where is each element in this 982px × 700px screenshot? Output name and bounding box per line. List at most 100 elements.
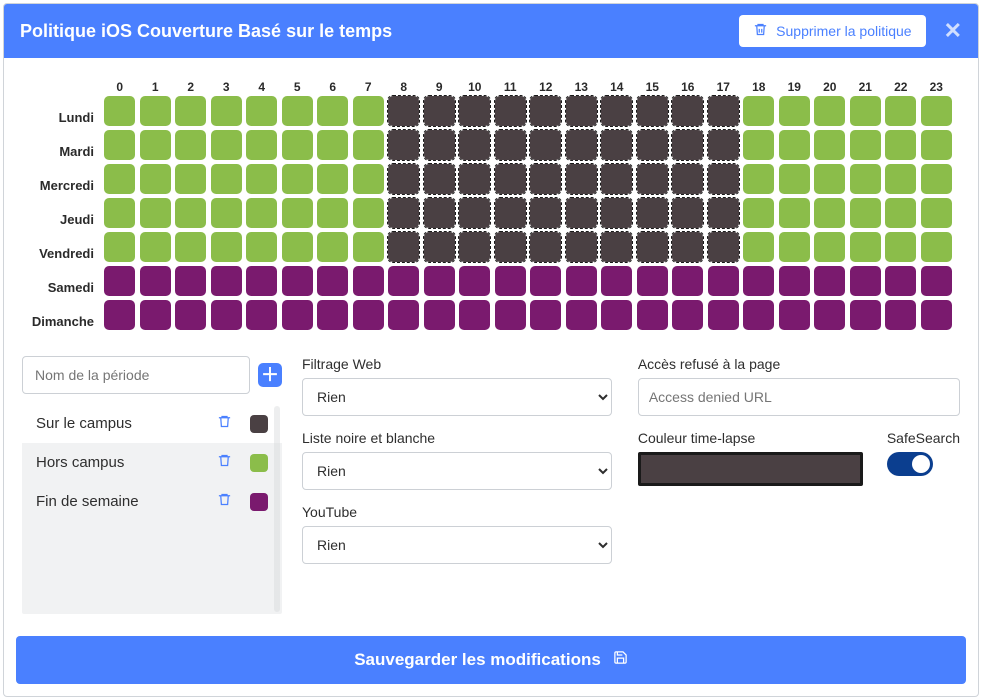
schedule-cell[interactable] bbox=[140, 164, 171, 194]
schedule-cell[interactable] bbox=[921, 300, 952, 330]
schedule-cell[interactable] bbox=[140, 130, 171, 160]
schedule-cell[interactable] bbox=[850, 198, 881, 228]
schedule-cell[interactable] bbox=[140, 266, 171, 296]
schedule-cell[interactable] bbox=[850, 96, 881, 126]
schedule-cell[interactable] bbox=[921, 266, 952, 296]
schedule-cell[interactable] bbox=[495, 96, 526, 126]
schedule-cell[interactable] bbox=[601, 266, 632, 296]
schedule-cell[interactable] bbox=[140, 300, 171, 330]
schedule-cell[interactable] bbox=[921, 164, 952, 194]
schedule-cell[interactable] bbox=[353, 96, 384, 126]
schedule-cell[interactable] bbox=[246, 198, 277, 228]
schedule-cell[interactable] bbox=[459, 164, 490, 194]
schedule-cell[interactable] bbox=[424, 232, 455, 262]
schedule-cell[interactable] bbox=[317, 198, 348, 228]
schedule-cell[interactable] bbox=[353, 130, 384, 160]
schedule-cell[interactable] bbox=[317, 232, 348, 262]
schedule-cell[interactable] bbox=[743, 232, 774, 262]
schedule-cell[interactable] bbox=[459, 130, 490, 160]
schedule-cell[interactable] bbox=[885, 130, 916, 160]
schedule-cell[interactable] bbox=[814, 96, 845, 126]
period-name-input[interactable] bbox=[22, 356, 250, 394]
schedule-cell[interactable] bbox=[814, 266, 845, 296]
schedule-cell[interactable] bbox=[246, 266, 277, 296]
schedule-cell[interactable] bbox=[530, 232, 561, 262]
schedule-cell[interactable] bbox=[850, 130, 881, 160]
schedule-cell[interactable] bbox=[246, 96, 277, 126]
save-changes-button[interactable]: Sauvegarder les modifications bbox=[16, 636, 966, 684]
schedule-cell[interactable] bbox=[388, 232, 419, 262]
schedule-cell[interactable] bbox=[743, 266, 774, 296]
schedule-cell[interactable] bbox=[672, 300, 703, 330]
schedule-cell[interactable] bbox=[140, 96, 171, 126]
schedule-cell[interactable] bbox=[637, 266, 668, 296]
close-icon[interactable]: ✕ bbox=[944, 20, 962, 42]
schedule-cell[interactable] bbox=[885, 198, 916, 228]
schedule-cell[interactable] bbox=[282, 232, 313, 262]
schedule-cell[interactable] bbox=[672, 198, 703, 228]
schedule-cell[interactable] bbox=[175, 266, 206, 296]
schedule-cell[interactable] bbox=[921, 232, 952, 262]
schedule-cell[interactable] bbox=[388, 164, 419, 194]
schedule-cell[interactable] bbox=[424, 96, 455, 126]
schedule-cell[interactable] bbox=[282, 164, 313, 194]
trash-icon[interactable] bbox=[217, 453, 232, 472]
schedule-cell[interactable] bbox=[708, 96, 739, 126]
schedule-cell[interactable] bbox=[637, 300, 668, 330]
schedule-cell[interactable] bbox=[459, 300, 490, 330]
schedule-cell[interactable] bbox=[779, 266, 810, 296]
schedule-cell[interactable] bbox=[211, 164, 242, 194]
schedule-cell[interactable] bbox=[708, 232, 739, 262]
trash-icon[interactable] bbox=[217, 414, 232, 433]
schedule-cell[interactable] bbox=[353, 266, 384, 296]
schedule-cell[interactable] bbox=[388, 198, 419, 228]
schedule-cell[interactable] bbox=[601, 164, 632, 194]
schedule-cell[interactable] bbox=[637, 164, 668, 194]
schedule-cell[interactable] bbox=[317, 266, 348, 296]
schedule-cell[interactable] bbox=[246, 300, 277, 330]
youtube-select[interactable]: Rien bbox=[302, 526, 612, 564]
schedule-cell[interactable] bbox=[672, 266, 703, 296]
schedule-cell[interactable] bbox=[317, 130, 348, 160]
schedule-cell[interactable] bbox=[104, 96, 135, 126]
schedule-cell[interactable] bbox=[104, 232, 135, 262]
schedule-cell[interactable] bbox=[708, 130, 739, 160]
schedule-cell[interactable] bbox=[175, 198, 206, 228]
schedule-cell[interactable] bbox=[424, 198, 455, 228]
schedule-cell[interactable] bbox=[424, 164, 455, 194]
schedule-cell[interactable] bbox=[566, 198, 597, 228]
schedule-cell[interactable] bbox=[140, 198, 171, 228]
schedule-cell[interactable] bbox=[601, 232, 632, 262]
schedule-cell[interactable] bbox=[672, 232, 703, 262]
timelapse-color-picker[interactable] bbox=[638, 452, 863, 486]
schedule-cell[interactable] bbox=[530, 96, 561, 126]
schedule-cell[interactable] bbox=[353, 164, 384, 194]
schedule-cell[interactable] bbox=[743, 130, 774, 160]
schedule-cell[interactable] bbox=[850, 232, 881, 262]
schedule-cell[interactable] bbox=[282, 198, 313, 228]
web-filtering-select[interactable]: Rien bbox=[302, 378, 612, 416]
schedule-cell[interactable] bbox=[885, 232, 916, 262]
schedule-cell[interactable] bbox=[175, 300, 206, 330]
schedule-cell[interactable] bbox=[353, 232, 384, 262]
schedule-cell[interactable] bbox=[814, 164, 845, 194]
schedule-cell[interactable] bbox=[885, 266, 916, 296]
schedule-cell[interactable] bbox=[637, 130, 668, 160]
schedule-cell[interactable] bbox=[814, 130, 845, 160]
schedule-cell[interactable] bbox=[175, 164, 206, 194]
schedule-cell[interactable] bbox=[459, 198, 490, 228]
schedule-cell[interactable] bbox=[637, 96, 668, 126]
schedule-cell[interactable] bbox=[601, 130, 632, 160]
schedule-cell[interactable] bbox=[495, 300, 526, 330]
schedule-cell[interactable] bbox=[211, 96, 242, 126]
schedule-cell[interactable] bbox=[211, 232, 242, 262]
schedule-cell[interactable] bbox=[104, 130, 135, 160]
schedule-cell[interactable] bbox=[672, 130, 703, 160]
schedule-cell[interactable] bbox=[317, 300, 348, 330]
schedule-cell[interactable] bbox=[211, 130, 242, 160]
schedule-cell[interactable] bbox=[779, 198, 810, 228]
schedule-cell[interactable] bbox=[566, 130, 597, 160]
schedule-cell[interactable] bbox=[175, 130, 206, 160]
schedule-cell[interactable] bbox=[779, 130, 810, 160]
schedule-cell[interactable] bbox=[566, 300, 597, 330]
